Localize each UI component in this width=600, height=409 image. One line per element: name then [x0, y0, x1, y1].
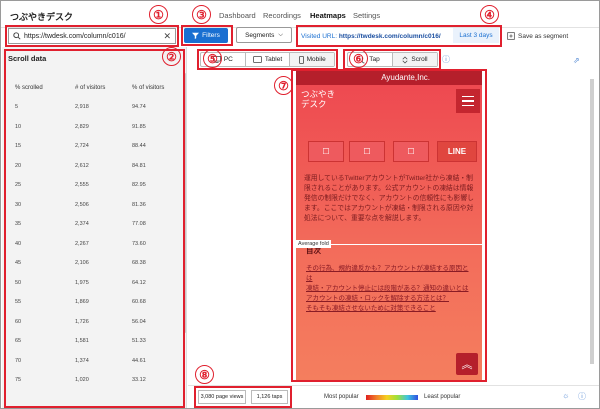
- annotation-marker-8: ⑧: [195, 365, 214, 384]
- annotation-box-7: [291, 69, 487, 382]
- annotation-marker-3: ③: [192, 5, 211, 24]
- annotation-marker-4: ④: [480, 5, 499, 24]
- save-segment-button[interactable]: Save as segment: [507, 32, 568, 40]
- app-window: つぶやきデスク Dashboard Recordings Heatmaps Se…: [0, 0, 600, 409]
- segments-label: Segments: [245, 31, 275, 39]
- info-icon[interactable]: ⓘ: [442, 54, 450, 65]
- save-segment-label: Save as segment: [518, 32, 569, 40]
- chevron-down-icon: ⌵: [278, 31, 283, 38]
- app-title: つぶやきデスク: [10, 12, 74, 22]
- annotation-marker-1: ①: [149, 5, 168, 24]
- tab-settings[interactable]: Settings: [353, 11, 380, 20]
- viewport-scrollbar[interactable]: [590, 79, 594, 364]
- annotation-marker-6: ⑥: [349, 49, 368, 68]
- popularity-legend-bar: [366, 395, 418, 400]
- annotation-box-8: [194, 386, 292, 408]
- least-popular-label: Least popular: [424, 394, 461, 400]
- brightness-icon[interactable]: ☼: [562, 391, 569, 400]
- most-popular-label: Most popular: [324, 394, 359, 400]
- segments-dropdown[interactable]: Segments ⌵: [236, 27, 292, 43]
- annotation-box-3: [181, 25, 233, 46]
- annotation-marker-7: ⑦: [274, 76, 293, 95]
- annotation-marker-2: ②: [162, 47, 181, 66]
- annotation-box-1: [5, 25, 179, 47]
- annotation-box-4: [296, 25, 502, 47]
- tab-recordings[interactable]: Recordings: [263, 11, 301, 20]
- annotation-marker-5: ⑤: [203, 49, 222, 68]
- annotation-box-2: [4, 49, 185, 408]
- share-export-icon[interactable]: ⇗: [573, 56, 580, 65]
- save-segment-icon: [507, 32, 515, 40]
- tab-dashboard[interactable]: Dashboard: [219, 11, 256, 20]
- help-icon[interactable]: ⓘ: [578, 391, 586, 402]
